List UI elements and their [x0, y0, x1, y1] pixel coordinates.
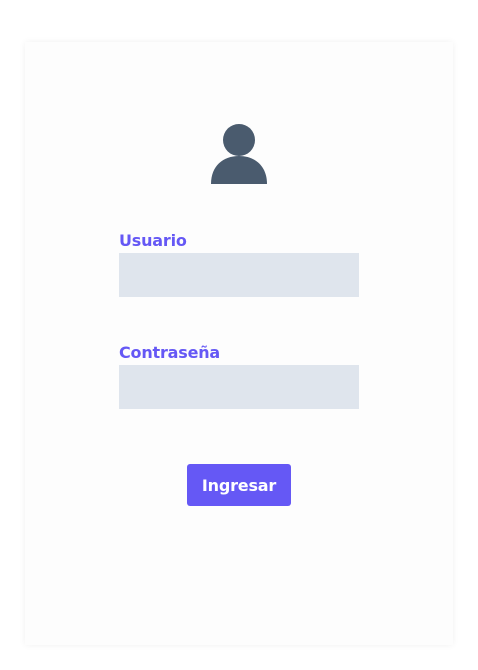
- password-field[interactable]: [119, 365, 359, 409]
- user-icon: [211, 124, 267, 184]
- login-button[interactable]: Ingresar: [187, 464, 291, 506]
- username-field[interactable]: [119, 253, 359, 297]
- password-label: Contraseña: [119, 343, 221, 362]
- login-card: Usuario Contraseña Ingresar: [25, 42, 453, 645]
- username-label: Usuario: [119, 231, 187, 250]
